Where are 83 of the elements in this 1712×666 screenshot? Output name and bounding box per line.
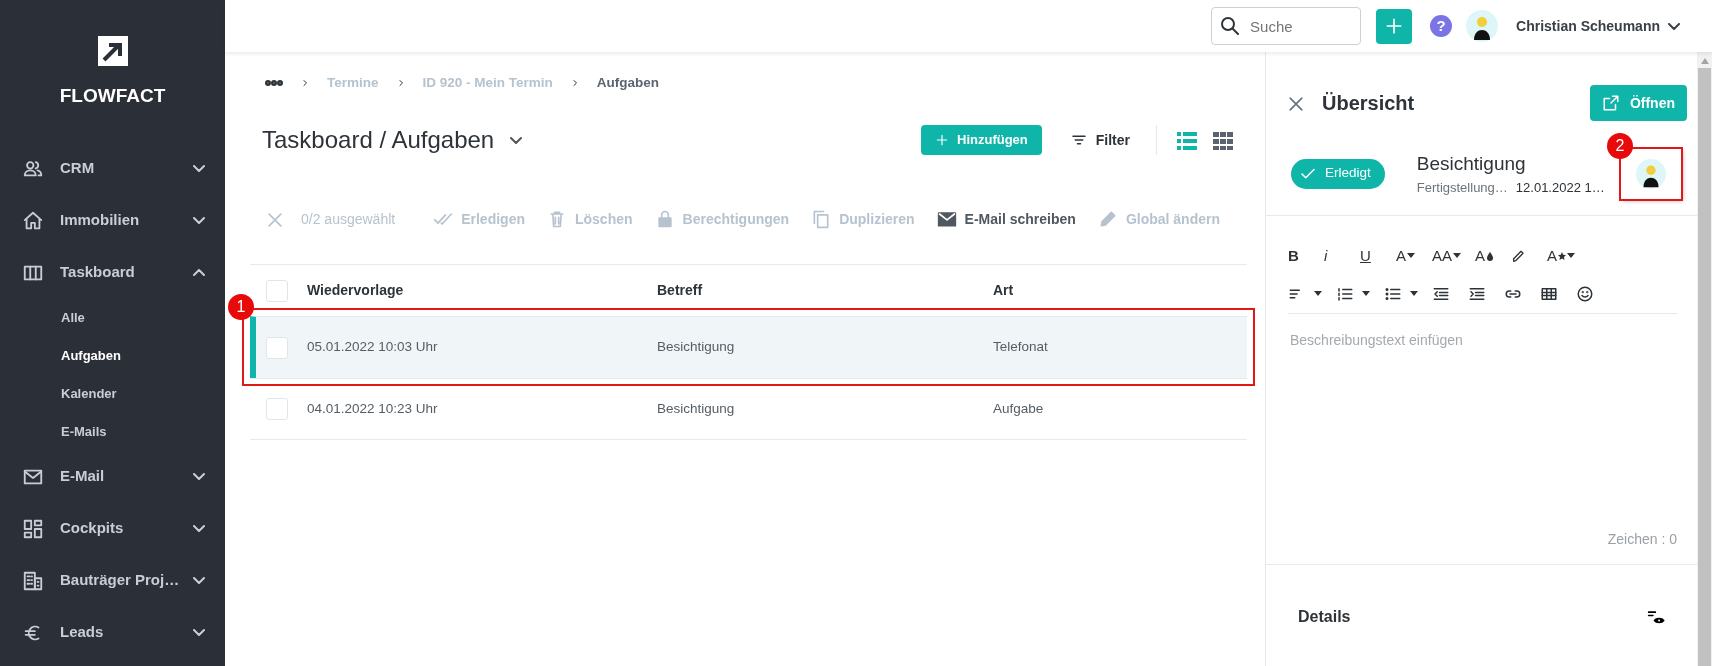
chevron-down-icon xyxy=(193,629,205,636)
format-button[interactable]: B xyxy=(1288,244,1310,268)
filter-button[interactable]: Filter xyxy=(1063,128,1136,152)
sidebar-subitem[interactable]: Kalender xyxy=(0,374,225,413)
table-cell: 04.01.2022 10:23 Uhr xyxy=(307,400,438,416)
column-header[interactable]: Art xyxy=(993,282,1014,298)
due-date: 12.01.2022 1… xyxy=(1515,179,1605,197)
action-button[interactable]: E-Mail schreiben xyxy=(936,208,1076,230)
sidebar-item[interactable]: E-Mail xyxy=(0,450,225,503)
caret-icon xyxy=(1453,253,1461,259)
table-cell: Besichtigung xyxy=(657,400,735,416)
breadcrumb-current: Aufgaben xyxy=(596,73,660,92)
list-icon xyxy=(1177,131,1197,150)
due-label: Fertigstellung… xyxy=(1416,179,1508,197)
caret-icon xyxy=(1407,253,1415,259)
chevron-down-icon xyxy=(193,217,205,224)
sidebar-item[interactable]: CRM xyxy=(0,142,225,195)
search-icon xyxy=(1221,17,1240,35)
column-header[interactable]: Betreff xyxy=(657,282,703,298)
smiley-icon xyxy=(1576,284,1594,303)
drop-icon xyxy=(1486,251,1495,261)
sidebar-subitem[interactable]: E-Mails xyxy=(0,412,225,451)
ellipsis-icon xyxy=(265,80,283,86)
highlighter-icon xyxy=(1511,248,1527,264)
selection-count: 0/2 ausgewählt xyxy=(301,209,396,229)
column-header[interactable]: Wiedervorlage xyxy=(307,282,404,298)
scrollbar-thumb[interactable] xyxy=(1698,68,1711,666)
add-button[interactable] xyxy=(1376,8,1413,44)
dashboard-icon xyxy=(22,517,44,540)
char-count: Zeichen : 0 xyxy=(1607,530,1677,549)
chevron-down-icon xyxy=(193,473,205,480)
chevron-down-icon xyxy=(193,525,205,532)
format-button[interactable]: A xyxy=(1547,244,1576,268)
caret-icon xyxy=(1567,253,1576,259)
chevron-up-icon xyxy=(193,269,205,276)
building-icon xyxy=(22,569,44,592)
table-cell: Aufgabe xyxy=(993,400,1044,416)
caret-icon xyxy=(510,137,523,145)
row-checkbox[interactable] xyxy=(266,398,288,420)
copy-icon xyxy=(811,209,832,229)
chevron-down-icon xyxy=(1668,22,1680,30)
format-button[interactable]: i xyxy=(1324,244,1346,268)
task-title: Besichtigung xyxy=(1416,151,1527,176)
sidebar-item[interactable]: Bauträger Proj… xyxy=(0,554,225,607)
sidebar-item[interactable]: Immobilien xyxy=(0,194,225,247)
sidebar-item[interactable]: Cockpits xyxy=(0,502,225,555)
house-icon xyxy=(22,209,44,232)
envelope-icon xyxy=(936,209,957,229)
search-field[interactable]: Suche xyxy=(1211,7,1362,45)
select-all-checkbox[interactable] xyxy=(266,279,288,302)
grid-icon xyxy=(1213,131,1233,150)
details-heading: Details xyxy=(1298,607,1351,627)
caret-icon xyxy=(1362,290,1370,297)
sidebar-subitem[interactable]: Alle xyxy=(0,298,225,337)
avatar-icon xyxy=(1466,10,1499,42)
chevron-down-icon xyxy=(193,165,205,172)
avatar-icon xyxy=(1636,158,1666,189)
plus-icon xyxy=(935,133,949,147)
row-checkbox[interactable] xyxy=(266,336,288,359)
table-cell: Besichtigung xyxy=(657,339,735,355)
sidebar-subitem[interactable]: Aufgaben xyxy=(0,336,225,375)
external-link-icon xyxy=(1601,94,1620,112)
star-icon xyxy=(1558,252,1567,260)
chevron-down-icon xyxy=(193,577,205,584)
format-button[interactable]: A xyxy=(1475,244,1497,268)
logo-text: FLOWFACT xyxy=(59,84,166,108)
table-cell: 05.01.2022 10:03 Uhr xyxy=(307,339,438,355)
format-button[interactable]: U xyxy=(1360,244,1382,268)
logo-icon xyxy=(97,36,128,66)
sidebar-item[interactable]: Leads xyxy=(0,606,225,659)
page-title: Taskboard / Aufgaben xyxy=(262,125,495,155)
table-row[interactable]: 04.01.2022 10:23 Uhr Besichtigung Aufgabe xyxy=(250,378,1247,440)
help-button[interactable]: ? xyxy=(1430,15,1453,37)
caret-icon xyxy=(1314,290,1322,297)
table-cell: Telefonat xyxy=(993,339,1048,355)
callout-number: 1 xyxy=(228,294,254,320)
sidebar-item[interactable]: Taskboard xyxy=(0,246,225,299)
user-menu[interactable]: Christian Scheumann xyxy=(1510,14,1686,38)
panel-title: Übersicht xyxy=(1322,91,1415,115)
callout-number: 2 xyxy=(1607,132,1633,159)
format-button[interactable]: A xyxy=(1396,244,1418,268)
caret-icon xyxy=(1410,290,1418,297)
format-button[interactable]: AA xyxy=(1432,244,1461,268)
